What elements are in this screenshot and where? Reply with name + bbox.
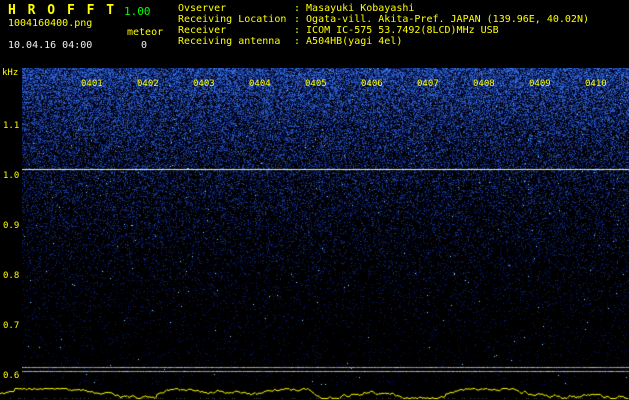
info-row-location: Receiving Location: Ogata-vill. Akita-Pre… [178,14,589,25]
location-label: Receiving Location [178,14,287,25]
location-value: Ogata-vill. Akita-Pref. JAPAN (139.96E, … [306,14,589,25]
info-row-antenna: Receiving antenna: A504HB(yagi 4el) [178,36,589,47]
info-separator: : [294,14,301,25]
datetime-label: 10.04.16 04:00 [8,40,93,51]
observer-label: Ovserver [178,3,227,14]
x-tick-label: 0408 [473,79,495,89]
x-tick-label: 0405 [305,79,327,89]
y-tick-label: 0.6 [3,371,20,381]
mode-label: meteor [127,27,164,38]
y-tick-label: 0.9 [3,221,20,231]
antenna-value: A504HB(yagi 4el) [306,36,403,47]
x-tick-label: 0403 [193,79,215,89]
header-info-block: Ovserver: Masayuki Kobayashi Receiving Lo… [178,3,589,47]
x-tick-label: 0404 [249,79,271,89]
app-title: H R O F F T [8,3,117,18]
receiver-value: ICOM IC-575 53.7492(8LCD)MHz USB [306,25,499,36]
spectrogram-panel: kHz 1.1 1.0 0.9 0.8 0.7 0.6 0401 0402 04… [0,68,629,385]
info-row-observer: Ovserver: Masayuki Kobayashi [178,3,589,14]
x-tick-label: 0406 [361,79,383,89]
app-version: 1.00 [124,5,151,18]
signal-level-strip [0,385,629,400]
x-tick-label: 0401 [81,79,103,89]
y-tick-label: 0.7 [3,321,20,331]
meteor-count: 0 [141,40,148,51]
y-tick-label: 1.1 [3,121,20,131]
signal-level-canvas [0,385,629,400]
observer-value: Masayuki Kobayashi [306,3,415,14]
y-tick-label: 1.0 [3,171,20,181]
x-tick-label: 0410 [585,79,607,89]
info-separator: : [294,3,301,14]
x-tick-label: 0409 [529,79,551,89]
info-separator: : [294,25,301,36]
y-tick-label: 0.8 [3,271,20,281]
antenna-label: Receiving antenna [178,36,281,47]
x-tick-label: 0402 [137,79,159,89]
x-tick-label: 0407 [417,79,439,89]
spectrogram-canvas [22,68,629,385]
info-separator: : [294,36,301,47]
output-filename: 1004160400.png [8,18,93,29]
receiver-label: Receiver [178,25,227,36]
hrofft-screen: H R O F F T 1.00 1004160400.png meteor 1… [0,0,629,400]
frequency-unit-label: kHz [2,68,19,78]
info-row-receiver: Receiver: ICOM IC-575 53.7492(8LCD)MHz US… [178,25,589,36]
